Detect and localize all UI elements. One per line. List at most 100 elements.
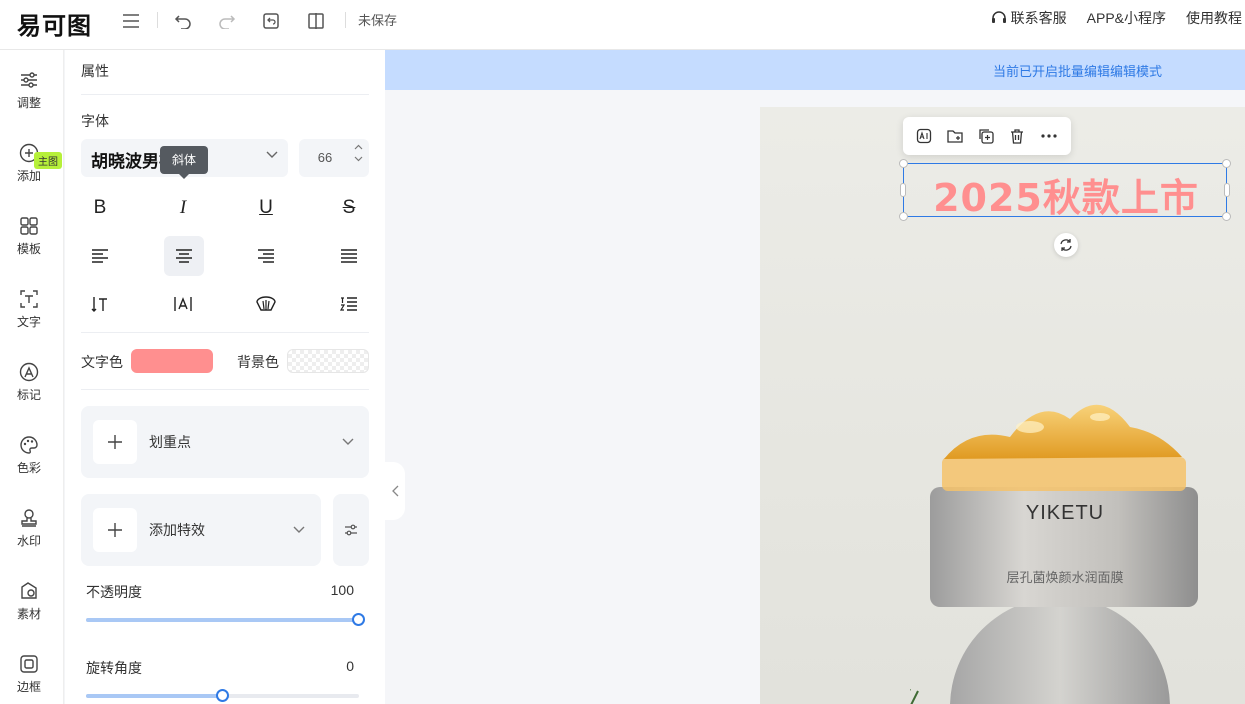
rail-item-frame[interactable]: 边框	[0, 653, 58, 703]
rail-item-watermark[interactable]: 水印	[0, 507, 58, 557]
rail-item-text[interactable]: 文字	[0, 288, 58, 338]
app-logo[interactable]: 易可图	[17, 6, 92, 41]
align-left-button[interactable]	[80, 236, 120, 276]
effect-settings-button[interactable]	[333, 494, 369, 566]
app-link[interactable]: APP&小程序	[1087, 8, 1166, 28]
chevron-up-icon[interactable]	[354, 144, 363, 150]
text-icon	[18, 288, 40, 310]
rail-label: 素材	[16, 607, 41, 621]
rail-label: 标记	[16, 388, 41, 402]
menu-icon[interactable]	[118, 8, 144, 34]
material-icon	[18, 580, 40, 602]
undo-icon[interactable]	[170, 8, 196, 34]
add-to-folder-icon[interactable]	[947, 128, 963, 144]
underline-button[interactable]: U	[246, 188, 286, 228]
resize-handle[interactable]	[899, 159, 908, 168]
left-rail: 调整 添加 模板 文字 标记 色彩 水印 素材 边框	[0, 50, 64, 704]
contact-support-link[interactable]: 联系客服	[991, 8, 1067, 28]
add-effect-button[interactable]	[93, 508, 137, 552]
selected-text-element[interactable]: 2025秋款上市	[899, 159, 1231, 221]
add-highlight-button[interactable]	[93, 420, 137, 464]
toolbar-divider	[345, 12, 346, 28]
grid-icon	[18, 215, 40, 237]
align-right-button[interactable]	[246, 236, 286, 276]
rotation-value: 0	[346, 658, 354, 674]
strikethrough-icon: S	[342, 197, 356, 218]
effect-card[interactable]: 添加特效	[81, 494, 321, 566]
divider	[81, 94, 369, 95]
headline-text[interactable]: 2025秋款上市	[904, 167, 1228, 222]
rail-label: 水印	[16, 534, 41, 548]
align-center-icon	[176, 249, 192, 263]
text-color-swatch[interactable]	[131, 349, 213, 373]
strikethrough-button[interactable]: S	[329, 188, 369, 228]
batch-edit-text: 当前已开启批量编辑编辑模式	[992, 63, 1162, 79]
rail-label: 模板	[16, 242, 41, 256]
bold-button[interactable]: B	[80, 188, 120, 228]
artboard[interactable]: YIKETU 层孔菌焕颜水润面膜 2025秋款上市	[760, 107, 1245, 704]
tutorial-link[interactable]: 使用教程	[1186, 8, 1242, 28]
jar-subtitle-text: 层孔菌焕颜水润面膜	[1006, 570, 1124, 585]
bg-color-swatch[interactable]	[287, 349, 369, 373]
vertical-text-button[interactable]	[80, 284, 120, 324]
bg-color-label: 背景色	[237, 354, 279, 370]
rail-item-marker[interactable]: 标记	[0, 361, 58, 411]
italic-button[interactable]: I	[163, 188, 203, 228]
resize-handle[interactable]	[900, 183, 906, 197]
marker-icon	[18, 361, 40, 383]
trash-icon[interactable]	[1009, 128, 1025, 144]
compare-icon[interactable]	[303, 8, 329, 34]
rail-label: 调整	[16, 96, 41, 110]
font-section-label: 字体	[81, 113, 109, 129]
align-center-button[interactable]	[164, 236, 204, 276]
bold-icon: B	[93, 197, 107, 218]
rail-item-template[interactable]: 模板	[0, 215, 58, 265]
chevron-down-icon[interactable]	[354, 156, 363, 162]
redo-icon[interactable]	[214, 8, 240, 34]
plus-icon	[108, 435, 122, 449]
rail-label: 色彩	[16, 461, 41, 475]
resize-handle[interactable]	[1222, 212, 1231, 221]
highlight-label: 划重点	[149, 434, 191, 450]
resize-handle[interactable]	[899, 212, 908, 221]
rotate-handle[interactable]	[1054, 233, 1078, 257]
palette-icon	[18, 434, 40, 456]
product-image	[910, 404, 1198, 704]
toolbar-divider	[157, 12, 158, 28]
save-status: 未保存	[358, 13, 398, 28]
line-height-button[interactable]	[329, 284, 369, 324]
letter-spacing-icon	[174, 297, 192, 311]
history-icon[interactable]	[258, 8, 284, 34]
italic-tooltip: 斜体	[160, 146, 208, 179]
rail-item-color[interactable]: 色彩	[0, 434, 58, 484]
ai-icon[interactable]	[916, 128, 932, 144]
rail-label: 边框	[16, 680, 41, 694]
rotation-label: 旋转角度	[86, 660, 142, 676]
plus-icon	[108, 523, 122, 537]
collapse-panel-button[interactable]	[385, 462, 405, 520]
highlight-card[interactable]: 划重点	[81, 406, 369, 478]
rail-item-material[interactable]: 素材	[0, 580, 58, 630]
opacity-slider[interactable]	[86, 613, 365, 626]
resize-handle[interactable]	[1224, 183, 1230, 197]
font-size-stepper[interactable]: 66	[299, 139, 369, 177]
frame-icon	[18, 653, 40, 675]
justify-button[interactable]	[329, 236, 369, 276]
opacity-handle[interactable]	[352, 613, 365, 626]
justify-icon	[341, 249, 357, 263]
arc-text-button[interactable]	[246, 284, 286, 324]
rail-item-adjust[interactable]: 调整	[0, 69, 58, 119]
resize-handle[interactable]	[1222, 159, 1231, 168]
rotation-slider[interactable]	[86, 689, 359, 702]
app-link-label: APP&小程序	[1086, 10, 1166, 26]
duplicate-icon[interactable]	[978, 128, 994, 144]
headset-icon	[991, 11, 1006, 23]
rail-label: 文字	[16, 315, 41, 329]
rotation-handle[interactable]	[216, 689, 229, 702]
letter-spacing-button[interactable]	[163, 284, 203, 324]
align-right-icon	[258, 249, 274, 263]
chevron-down-icon	[266, 151, 278, 158]
properties-panel: 属性 字体 胡晓波男神体 66 斜体 B I U S 文字色 背景色 划重点 添…	[65, 50, 385, 704]
italic-icon: I	[179, 197, 187, 218]
more-icon[interactable]	[1040, 133, 1058, 139]
